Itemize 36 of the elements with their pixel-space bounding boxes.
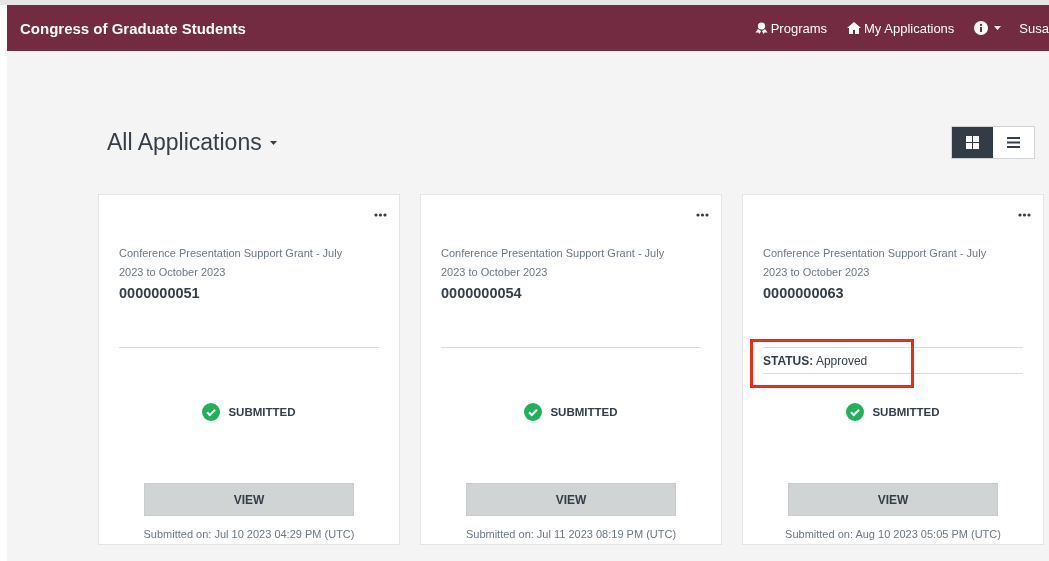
check-circle-icon [524, 403, 543, 421]
home-icon [847, 22, 862, 34]
program-name: Conference Presentation Support Grant - July 2023 to October 2023 [441, 246, 666, 280]
award-icon [754, 22, 768, 34]
view-button[interactable]: VIEW [144, 483, 354, 516]
program-name: Conference Presentation Support Grant - July 2023 to October 2023 [119, 246, 344, 280]
nav-link[interactable]: Programs [754, 20, 828, 36]
info-menu[interactable] [974, 21, 1002, 35]
view-button[interactable]: VIEW [466, 483, 676, 516]
user-menu[interactable]: Susa [1019, 20, 1049, 36]
check-circle-icon [202, 403, 221, 421]
submission-state: SUBMITTED [228, 406, 296, 418]
status-text: STATUS: Approved [763, 353, 868, 368]
submitted-date: Submitted on: Jul 10 2023 04:29 PM (UTC) [142, 527, 356, 542]
submission-state: SUBMITTED [872, 406, 940, 418]
more-options-icon[interactable] [696, 213, 709, 217]
more-options-icon[interactable] [374, 213, 387, 217]
caret-icon [994, 26, 1002, 30]
application-number: 0000000051 [119, 284, 201, 303]
more-options-icon[interactable] [1018, 213, 1031, 217]
check-circle-icon [846, 403, 865, 421]
submission-state: SUBMITTED [550, 406, 618, 418]
app-title: Congress of Graduate Students [20, 19, 247, 37]
view-button[interactable]: VIEW [788, 483, 998, 516]
submitted-date: Submitted on: Aug 10 2023 05:05 PM (UTC) [784, 527, 1002, 542]
menu-icon [1007, 137, 1020, 148]
grid-icon [966, 136, 979, 149]
nav-link[interactable]: My Applications [847, 20, 955, 36]
application-number: 0000000054 [441, 284, 523, 303]
program-name: Conference Presentation Support Grant - July 2023 to October 2023 [763, 246, 988, 280]
application-number: 0000000063 [763, 284, 845, 303]
filter-dropdown[interactable]: All Applications [107, 129, 951, 156]
caret-icon [269, 140, 277, 145]
submitted-date: Submitted on: Jul 11 2023 08:19 PM (UTC) [464, 527, 678, 542]
info-icon [974, 21, 989, 35]
grid-view-button[interactable] [952, 127, 993, 158]
